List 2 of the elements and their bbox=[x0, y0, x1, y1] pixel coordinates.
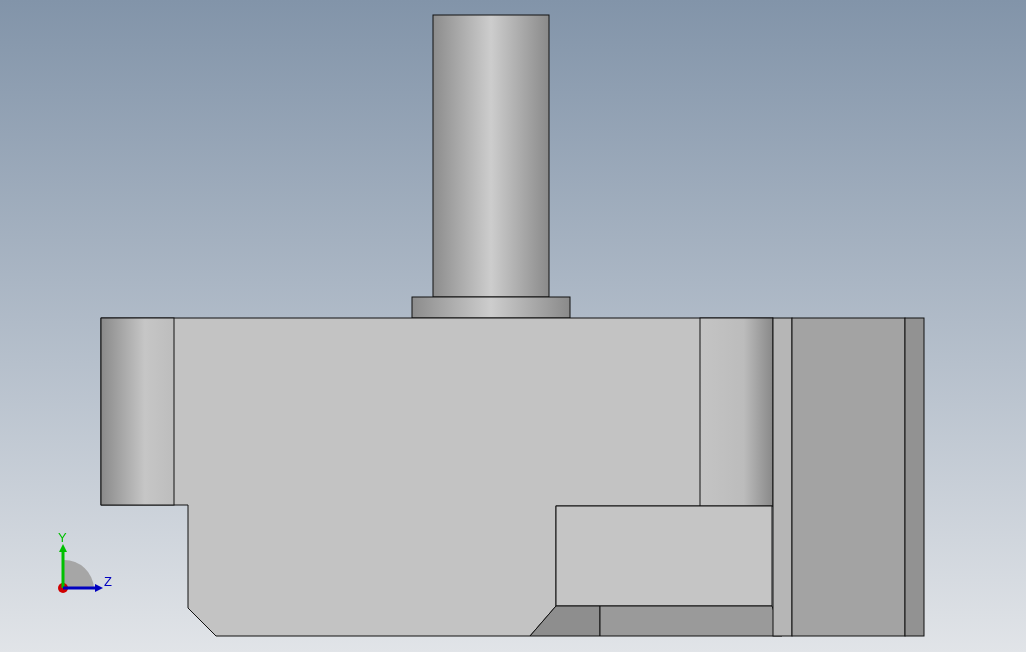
axis-label: Z bbox=[104, 575, 112, 588]
axis-label: Y bbox=[58, 531, 67, 544]
